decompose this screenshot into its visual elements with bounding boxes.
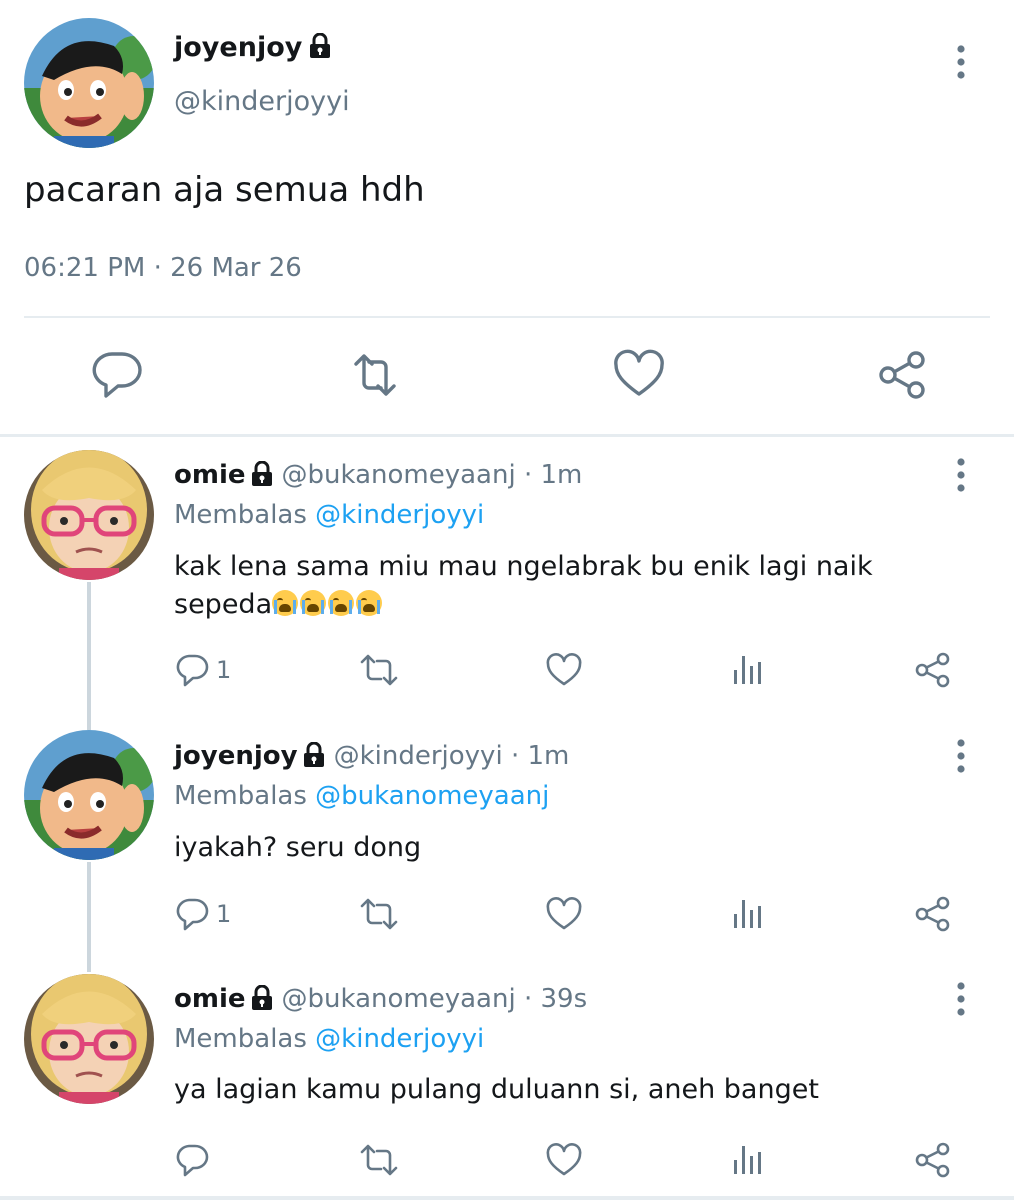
reply-header: omie @bukanomeyaanj · 39s [174, 984, 587, 1014]
display-name[interactable]: omie [174, 984, 246, 1014]
thread-line [87, 582, 91, 730]
retweet-icon[interactable] [358, 894, 400, 934]
more-options-icon[interactable] [950, 981, 972, 1017]
loudly-crying-face-icon [328, 590, 355, 616]
avatar[interactable] [24, 450, 154, 580]
lock-icon [250, 984, 274, 1011]
loudly-crying-face-icon [300, 590, 327, 616]
reply-text: kak lena sama miu mau ngelabrak bu enik … [174, 548, 934, 632]
retweet-icon[interactable] [358, 1140, 400, 1180]
replying-label: Membalas [174, 781, 307, 811]
mention-link[interactable]: @kinderjoyyi [315, 1024, 484, 1054]
loudly-crying-face-icon [356, 590, 383, 616]
tweet-text: pacaran aja semua hdh [24, 170, 425, 210]
mention-link[interactable]: @kinderjoyyi [315, 500, 484, 530]
main-tweet: joyenjoy @kinderjoyyi pacaran aja semua … [0, 0, 1014, 437]
author-name-row[interactable]: joyenjoy [174, 32, 332, 63]
more-options-icon[interactable] [950, 44, 972, 80]
replying-to: Membalas @kinderjoyyi [174, 1024, 484, 1054]
reply-time: · 39s [523, 984, 588, 1014]
reply-icon [176, 654, 209, 687]
handle[interactable]: @bukanomeyaanj [282, 460, 516, 490]
display-name[interactable]: joyenjoy [174, 32, 302, 63]
like-icon[interactable] [545, 1140, 583, 1180]
handle[interactable]: @kinderjoyyi [174, 86, 350, 117]
divider [0, 1196, 1014, 1200]
replying-label: Membalas [174, 500, 307, 530]
analytics-icon[interactable] [732, 894, 764, 934]
more-options-icon[interactable] [950, 457, 972, 493]
share-icon[interactable] [914, 894, 952, 934]
reply-text: iyakah? seru dong [174, 832, 422, 863]
loudly-crying-face-icon [272, 590, 299, 616]
share-icon[interactable] [914, 1140, 952, 1180]
reply-icon[interactable] [90, 348, 144, 402]
reply-time: · 1m [510, 741, 570, 771]
reply-button[interactable]: 1 [174, 650, 231, 690]
like-icon[interactable] [612, 348, 666, 402]
like-icon[interactable] [545, 650, 583, 690]
lock-icon [250, 460, 274, 487]
analytics-icon[interactable] [732, 650, 764, 690]
retweet-icon[interactable] [358, 650, 400, 690]
reply-header: omie @bukanomeyaanj · 1m [174, 460, 582, 490]
lock-icon [302, 741, 326, 768]
avatar[interactable] [24, 730, 154, 860]
more-options-icon[interactable] [950, 738, 972, 774]
display-name[interactable]: omie [174, 460, 246, 490]
reply-icon [176, 898, 209, 931]
thread-line [87, 862, 91, 972]
handle[interactable]: @bukanomeyaanj [282, 984, 516, 1014]
replying-to: Membalas @bukanomeyaanj [174, 781, 549, 811]
reply-count: 1 [216, 656, 232, 684]
handle[interactable]: @kinderjoyyi [334, 741, 503, 771]
divider [24, 316, 990, 318]
replying-label: Membalas [174, 1024, 307, 1054]
avatar[interactable] [24, 18, 154, 148]
divider [0, 434, 1014, 437]
reply-time: · 1m [523, 460, 583, 490]
mention-link[interactable]: @bukanomeyaanj [315, 781, 549, 811]
lock-icon [308, 32, 332, 59]
reply-icon [176, 1144, 209, 1177]
share-icon[interactable] [914, 650, 952, 690]
reply-header: joyenjoy @kinderjoyyi · 1m [174, 741, 569, 771]
retweet-icon[interactable] [348, 348, 402, 402]
tweet-timestamp: 06:21 PM · 26 Mar 26 [24, 253, 302, 283]
share-icon[interactable] [876, 348, 930, 402]
reply-text: ya lagian kamu pulang duluann si, aneh b… [174, 1074, 819, 1105]
reply-button[interactable] [174, 1140, 216, 1180]
reply-button[interactable]: 1 [174, 894, 231, 934]
analytics-icon[interactable] [732, 1140, 764, 1180]
like-icon[interactable] [545, 894, 583, 934]
display-name[interactable]: joyenjoy [174, 741, 298, 771]
avatar[interactable] [24, 974, 154, 1104]
replying-to: Membalas @kinderjoyyi [174, 500, 484, 530]
reply-count: 1 [216, 900, 232, 928]
